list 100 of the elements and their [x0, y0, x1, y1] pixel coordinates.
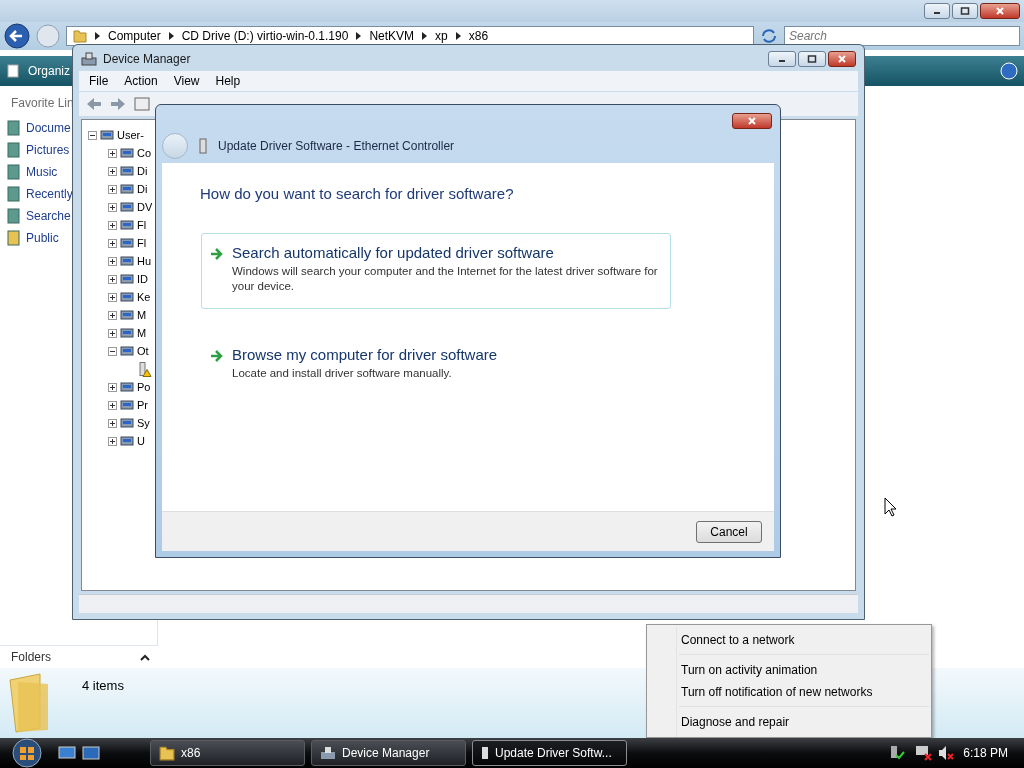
device-icon	[119, 325, 135, 341]
menu-item[interactable]: Action	[124, 74, 158, 88]
maximize-button[interactable]	[952, 3, 978, 19]
tree-item[interactable]: Co	[137, 147, 152, 159]
expand-icon[interactable]	[108, 202, 117, 212]
chevron-icon	[455, 32, 461, 40]
breadcrumb[interactable]: xp	[435, 29, 448, 43]
device-icon	[119, 397, 135, 413]
tree-item[interactable]: M	[137, 327, 147, 339]
tree-item[interactable]: Di	[137, 183, 148, 195]
close-icon	[747, 117, 757, 125]
favorite-link[interactable]: Music	[26, 165, 58, 179]
maximize-icon	[807, 55, 817, 63]
volume-muted-icon[interactable]	[937, 744, 956, 762]
collapse-icon[interactable]	[88, 130, 97, 140]
organize-button[interactable]: Organiz	[28, 64, 71, 78]
menu-item[interactable]: Diagnose and repair	[677, 711, 796, 733]
item-count: 4 items	[82, 678, 124, 693]
device-icon	[119, 235, 135, 251]
device-manager-icon	[81, 52, 97, 66]
folders-toggle[interactable]: Folders	[11, 650, 51, 664]
chevron-up-icon[interactable]	[140, 653, 150, 661]
expand-icon[interactable]	[108, 166, 117, 176]
expand-icon[interactable]	[108, 220, 117, 230]
tree-item[interactable]: Pr	[137, 399, 148, 411]
refresh-icon[interactable]	[760, 28, 778, 44]
expand-icon[interactable]	[108, 400, 117, 410]
option-link[interactable]: Search automatically for updated driver software Windows will search your computer and the Internet for the latest driver software for your device.	[201, 233, 671, 309]
chevron-icon	[168, 32, 174, 40]
menu-item[interactable]: Turn off notification of new networks	[677, 681, 879, 703]
collapse-icon[interactable]	[108, 346, 117, 356]
maximize-button[interactable]	[798, 51, 826, 67]
breadcrumb[interactable]: NetKVM	[369, 29, 415, 43]
minimize-button[interactable]	[924, 3, 950, 19]
expand-icon[interactable]	[108, 310, 117, 320]
close-icon	[837, 55, 847, 63]
device-icon	[119, 181, 135, 197]
favorite-link[interactable]: Docume	[26, 121, 71, 135]
device-icon	[119, 199, 135, 215]
favorite-link[interactable]: Searche	[26, 209, 71, 223]
window-switch-icon[interactable]	[82, 746, 100, 760]
tree-item[interactable]: U	[137, 435, 145, 447]
tree-item[interactable]: ID	[137, 273, 148, 285]
chevron-icon	[422, 32, 428, 40]
cancel-button[interactable]: Cancel	[696, 520, 762, 543]
expand-icon[interactable]	[108, 238, 117, 248]
expand-icon[interactable]	[108, 382, 117, 392]
tree-item[interactable]: User-	[117, 129, 144, 141]
network-disconnected-icon[interactable]	[915, 744, 934, 762]
address-bar[interactable]: Computer CD Drive (D:) virtio-win-0.1.190 NetKVM xp x86	[66, 26, 754, 46]
menu-item[interactable]: Turn on activity animation	[677, 659, 824, 681]
desktop-icon[interactable]	[58, 746, 76, 760]
chevron-icon	[95, 32, 100, 40]
help-icon[interactable]	[1000, 62, 1018, 80]
device-icon	[119, 379, 135, 395]
menu-item[interactable]: View	[173, 74, 200, 88]
minimize-button[interactable]	[768, 51, 796, 67]
window-title: Device Manager	[103, 52, 191, 66]
expand-icon[interactable]	[108, 184, 117, 194]
close-button[interactable]	[980, 3, 1020, 19]
device-icon	[119, 289, 135, 305]
close-button[interactable]	[732, 113, 772, 129]
back-icon[interactable]	[4, 23, 30, 49]
favorite-link[interactable]: Pictures	[26, 143, 70, 157]
favorite-link[interactable]: Recently	[26, 187, 73, 201]
taskbar-button[interactable]: Update Driver Softw...	[472, 740, 627, 766]
taskbar-button[interactable]: x86	[150, 740, 305, 766]
start-button[interactable]	[10, 738, 44, 768]
tree-item[interactable]: Po	[137, 381, 151, 393]
tree-item[interactable]: Fl	[137, 219, 147, 231]
search-field[interactable]: Search	[784, 26, 1020, 46]
tree-item[interactable]: Di	[137, 165, 148, 177]
breadcrumb[interactable]: x86	[468, 29, 489, 43]
taskbar-button[interactable]: Device Manager	[311, 740, 466, 766]
expand-icon[interactable]	[108, 256, 117, 266]
breadcrumb[interactable]: Computer	[108, 29, 161, 43]
breadcrumb[interactable]: CD Drive (D:) virtio-win-0.1.190	[181, 29, 349, 43]
arrow-icon	[210, 349, 224, 363]
menu-item[interactable]: File	[89, 74, 109, 88]
device-icon	[119, 253, 135, 269]
expand-icon[interactable]	[108, 418, 117, 428]
tree-item[interactable]: Fl	[137, 237, 147, 249]
tree-item[interactable]: Ot	[137, 345, 149, 357]
expand-icon[interactable]	[108, 436, 117, 446]
menu-item[interactable]: Help	[215, 74, 241, 88]
device-icon	[99, 127, 115, 143]
close-button[interactable]	[828, 51, 856, 67]
tree-item[interactable]: DV	[137, 201, 153, 213]
device-icon	[119, 433, 135, 449]
folder-icon	[159, 745, 175, 761]
menu-item[interactable]: Connect to a network	[677, 629, 801, 651]
expand-icon[interactable]	[108, 292, 117, 302]
tree-item[interactable]: M	[137, 309, 147, 321]
expand-icon[interactable]	[108, 328, 117, 338]
tree-item[interactable]: Hu	[137, 255, 152, 267]
tree-item[interactable]: Ke	[137, 291, 151, 303]
favorite-link[interactable]: Public	[26, 231, 59, 245]
expand-icon[interactable]	[108, 274, 117, 284]
tree-item[interactable]: Sy	[137, 417, 150, 429]
expand-icon[interactable]	[108, 148, 117, 158]
